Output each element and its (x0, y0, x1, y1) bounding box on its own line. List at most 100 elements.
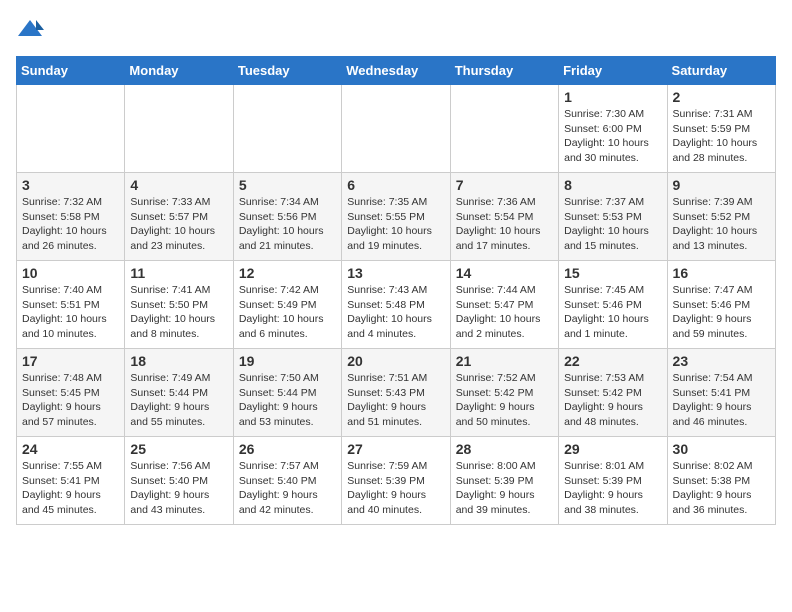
calendar-cell: 25 Sunrise: 7:56 AM Sunset: 5:40 PM Dayli… (125, 437, 233, 525)
day-info: Sunrise: 7:54 AM Sunset: 5:41 PM Dayligh… (673, 371, 770, 430)
day-number: 3 (22, 177, 119, 193)
day-info: Sunrise: 8:01 AM Sunset: 5:39 PM Dayligh… (564, 459, 661, 518)
calendar-week-row: 24 Sunrise: 7:55 AM Sunset: 5:41 PM Dayli… (17, 437, 776, 525)
calendar-cell: 11 Sunrise: 7:41 AM Sunset: 5:50 PM Dayli… (125, 261, 233, 349)
weekday-header-row: SundayMondayTuesdayWednesdayThursdayFrid… (17, 57, 776, 85)
day-number: 11 (130, 265, 227, 281)
calendar-cell: 13 Sunrise: 7:43 AM Sunset: 5:48 PM Dayli… (342, 261, 450, 349)
day-number: 8 (564, 177, 661, 193)
calendar-cell: 12 Sunrise: 7:42 AM Sunset: 5:49 PM Dayli… (233, 261, 341, 349)
day-number: 29 (564, 441, 661, 457)
calendar-cell: 15 Sunrise: 7:45 AM Sunset: 5:46 PM Dayli… (559, 261, 667, 349)
day-info: Sunrise: 7:48 AM Sunset: 5:45 PM Dayligh… (22, 371, 119, 430)
day-info: Sunrise: 7:30 AM Sunset: 6:00 PM Dayligh… (564, 107, 661, 166)
day-number: 19 (239, 353, 336, 369)
calendar-cell: 23 Sunrise: 7:54 AM Sunset: 5:41 PM Dayli… (667, 349, 775, 437)
day-info: Sunrise: 7:44 AM Sunset: 5:47 PM Dayligh… (456, 283, 553, 342)
day-number: 25 (130, 441, 227, 457)
day-info: Sunrise: 7:41 AM Sunset: 5:50 PM Dayligh… (130, 283, 227, 342)
calendar-cell (17, 85, 125, 173)
day-info: Sunrise: 7:40 AM Sunset: 5:51 PM Dayligh… (22, 283, 119, 342)
day-number: 9 (673, 177, 770, 193)
calendar-cell: 1Sunrise: 7:30 AM Sunset: 6:00 PM Daylig… (559, 85, 667, 173)
day-number: 4 (130, 177, 227, 193)
day-info: Sunrise: 7:53 AM Sunset: 5:42 PM Dayligh… (564, 371, 661, 430)
day-number: 30 (673, 441, 770, 457)
day-info: Sunrise: 7:33 AM Sunset: 5:57 PM Dayligh… (130, 195, 227, 254)
day-info: Sunrise: 7:47 AM Sunset: 5:46 PM Dayligh… (673, 283, 770, 342)
calendar-cell: 17 Sunrise: 7:48 AM Sunset: 5:45 PM Dayli… (17, 349, 125, 437)
day-info: Sunrise: 8:02 AM Sunset: 5:38 PM Dayligh… (673, 459, 770, 518)
day-number: 14 (456, 265, 553, 281)
day-number: 10 (22, 265, 119, 281)
day-info: Sunrise: 7:32 AM Sunset: 5:58 PM Dayligh… (22, 195, 119, 254)
weekday-header-tuesday: Tuesday (233, 57, 341, 85)
day-info: Sunrise: 7:37 AM Sunset: 5:53 PM Dayligh… (564, 195, 661, 254)
calendar-cell: 10 Sunrise: 7:40 AM Sunset: 5:51 PM Dayli… (17, 261, 125, 349)
calendar-week-row: 17 Sunrise: 7:48 AM Sunset: 5:45 PM Dayli… (17, 349, 776, 437)
day-info: Sunrise: 7:57 AM Sunset: 5:40 PM Dayligh… (239, 459, 336, 518)
calendar-week-row: 3 Sunrise: 7:32 AM Sunset: 5:58 PM Daylig… (17, 173, 776, 261)
calendar-cell: 26 Sunrise: 7:57 AM Sunset: 5:40 PM Dayli… (233, 437, 341, 525)
calendar-cell: 21Sunrise: 7:52 AM Sunset: 5:42 PM Dayli… (450, 349, 558, 437)
weekday-header-monday: Monday (125, 57, 233, 85)
day-number: 26 (239, 441, 336, 457)
day-info: Sunrise: 7:39 AM Sunset: 5:52 PM Dayligh… (673, 195, 770, 254)
calendar-week-row: 10 Sunrise: 7:40 AM Sunset: 5:51 PM Dayli… (17, 261, 776, 349)
day-number: 21 (456, 353, 553, 369)
calendar-cell: 18Sunrise: 7:49 AM Sunset: 5:44 PM Dayli… (125, 349, 233, 437)
weekday-header-saturday: Saturday (667, 57, 775, 85)
day-info: Sunrise: 7:55 AM Sunset: 5:41 PM Dayligh… (22, 459, 119, 518)
calendar-cell: 9 Sunrise: 7:39 AM Sunset: 5:52 PM Daylig… (667, 173, 775, 261)
calendar-cell: 14 Sunrise: 7:44 AM Sunset: 5:47 PM Dayli… (450, 261, 558, 349)
weekday-header-thursday: Thursday (450, 57, 558, 85)
day-number: 13 (347, 265, 444, 281)
day-info: Sunrise: 7:45 AM Sunset: 5:46 PM Dayligh… (564, 283, 661, 342)
day-info: Sunrise: 7:51 AM Sunset: 5:43 PM Dayligh… (347, 371, 444, 430)
header (16, 16, 776, 44)
calendar-cell: 24 Sunrise: 7:55 AM Sunset: 5:41 PM Dayli… (17, 437, 125, 525)
calendar-cell: 19 Sunrise: 7:50 AM Sunset: 5:44 PM Dayli… (233, 349, 341, 437)
day-number: 27 (347, 441, 444, 457)
day-info: Sunrise: 7:34 AM Sunset: 5:56 PM Dayligh… (239, 195, 336, 254)
day-number: 18 (130, 353, 227, 369)
calendar-week-row: 1Sunrise: 7:30 AM Sunset: 6:00 PM Daylig… (17, 85, 776, 173)
day-info: Sunrise: 7:50 AM Sunset: 5:44 PM Dayligh… (239, 371, 336, 430)
calendar-cell: 2Sunrise: 7:31 AM Sunset: 5:59 PM Daylig… (667, 85, 775, 173)
day-info: Sunrise: 8:00 AM Sunset: 5:39 PM Dayligh… (456, 459, 553, 518)
day-number: 7 (456, 177, 553, 193)
calendar-cell: 22Sunrise: 7:53 AM Sunset: 5:42 PM Dayli… (559, 349, 667, 437)
day-number: 2 (673, 89, 770, 105)
day-number: 15 (564, 265, 661, 281)
calendar-cell: 3 Sunrise: 7:32 AM Sunset: 5:58 PM Daylig… (17, 173, 125, 261)
day-number: 16 (673, 265, 770, 281)
calendar-cell: 27 Sunrise: 7:59 AM Sunset: 5:39 PM Dayli… (342, 437, 450, 525)
weekday-header-wednesday: Wednesday (342, 57, 450, 85)
day-number: 24 (22, 441, 119, 457)
calendar-cell: 5 Sunrise: 7:34 AM Sunset: 5:56 PM Daylig… (233, 173, 341, 261)
day-info: Sunrise: 7:59 AM Sunset: 5:39 PM Dayligh… (347, 459, 444, 518)
day-number: 17 (22, 353, 119, 369)
day-number: 5 (239, 177, 336, 193)
calendar-cell: 6 Sunrise: 7:35 AM Sunset: 5:55 PM Daylig… (342, 173, 450, 261)
calendar-cell: 8 Sunrise: 7:37 AM Sunset: 5:53 PM Daylig… (559, 173, 667, 261)
weekday-header-friday: Friday (559, 57, 667, 85)
weekday-header-sunday: Sunday (17, 57, 125, 85)
calendar-cell (125, 85, 233, 173)
day-info: Sunrise: 7:35 AM Sunset: 5:55 PM Dayligh… (347, 195, 444, 254)
day-number: 28 (456, 441, 553, 457)
day-info: Sunrise: 7:43 AM Sunset: 5:48 PM Dayligh… (347, 283, 444, 342)
calendar-cell (342, 85, 450, 173)
day-number: 12 (239, 265, 336, 281)
logo-icon (16, 16, 44, 44)
calendar-cell: 28 Sunrise: 8:00 AM Sunset: 5:39 PM Dayli… (450, 437, 558, 525)
day-number: 6 (347, 177, 444, 193)
calendar-cell: 20Sunrise: 7:51 AM Sunset: 5:43 PM Dayli… (342, 349, 450, 437)
day-info: Sunrise: 7:42 AM Sunset: 5:49 PM Dayligh… (239, 283, 336, 342)
day-number: 23 (673, 353, 770, 369)
day-info: Sunrise: 7:56 AM Sunset: 5:40 PM Dayligh… (130, 459, 227, 518)
logo (16, 16, 48, 44)
calendar-cell: 30 Sunrise: 8:02 AM Sunset: 5:38 PM Dayli… (667, 437, 775, 525)
calendar-cell: 7Sunrise: 7:36 AM Sunset: 5:54 PM Daylig… (450, 173, 558, 261)
calendar-cell: 4 Sunrise: 7:33 AM Sunset: 5:57 PM Daylig… (125, 173, 233, 261)
